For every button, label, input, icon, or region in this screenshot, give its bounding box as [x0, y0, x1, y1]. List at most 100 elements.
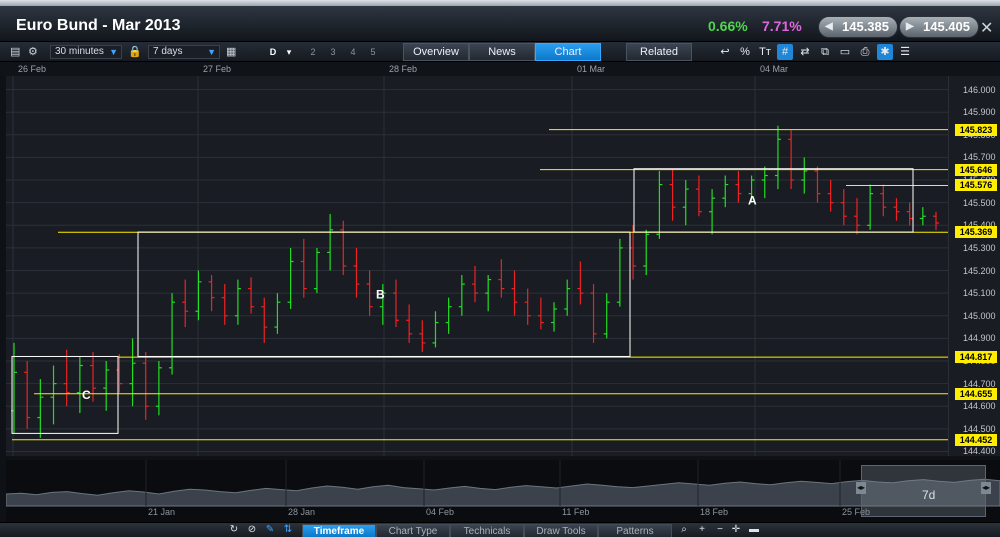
price-level-label: 145.369: [955, 226, 997, 239]
price-tick-label: 144.600: [963, 401, 996, 412]
zoom-out-icon[interactable]: −: [714, 524, 726, 536]
undo-icon[interactable]: ↩: [717, 44, 733, 60]
zone-label: C: [82, 388, 91, 402]
date-axis: 26 Feb 27 Feb 28 Feb 01 Mar 04 Mar: [0, 62, 1000, 76]
overview-date-label: 28 Jan: [288, 507, 316, 517]
percent-icon[interactable]: %: [737, 44, 753, 60]
tab-draw-tools[interactable]: Draw Tools: [524, 524, 598, 537]
price-tick-label: 144.500: [963, 423, 996, 434]
overview-date-label: 18 Feb: [700, 507, 729, 517]
compare-icon[interactable]: ⧉: [817, 44, 833, 60]
overview-date-label: 21 Jan: [148, 507, 176, 517]
gear-icon[interactable]: ⚙: [28, 45, 38, 58]
overview-range-window[interactable]: 7d: [861, 465, 986, 517]
chevron-down-icon: ▼: [207, 47, 216, 57]
zone-label: B: [376, 287, 385, 301]
no-entry-icon[interactable]: ⊘: [246, 524, 258, 536]
change-percent: 0.66%: [708, 18, 748, 34]
overview-date-label: 11 Feb: [562, 507, 590, 517]
zone-rectangle: [11, 355, 119, 434]
buy-price: 145.405: [923, 19, 970, 34]
zoom-in-icon[interactable]: +: [696, 524, 708, 536]
price-level-label: 145.823: [955, 123, 997, 136]
layout-3[interactable]: 3: [326, 45, 340, 59]
price-tick-label: 146.000: [963, 84, 996, 95]
refresh-icon[interactable]: ↻: [228, 524, 240, 536]
buy-arrow-icon: ▶: [906, 21, 914, 32]
text-size-icon[interactable]: Tт: [757, 44, 773, 60]
sell-arrow-icon: ◀: [825, 21, 833, 32]
tab-technicals[interactable]: Technicals: [450, 524, 524, 537]
price-level-label: 145.646: [955, 163, 997, 176]
price-chart[interactable]: C B A: [6, 76, 948, 456]
menu-icon[interactable]: ☰: [897, 44, 913, 60]
price-tick-label: 145.500: [963, 197, 996, 208]
range-handle-right[interactable]: ◂▸: [981, 482, 991, 494]
price-level-label: 144.452: [955, 433, 997, 446]
price-axis[interactable]: 146.000145.900145.800145.700145.600145.5…: [948, 76, 1000, 456]
chart-style-dropdown-icon[interactable]: ▾: [282, 45, 296, 59]
price-tick-label: 145.100: [963, 288, 996, 299]
price-tick-label: 145.700: [963, 152, 996, 163]
layout-5[interactable]: 5: [366, 45, 380, 59]
price-tick-label: 145.300: [963, 242, 996, 253]
price-level-label: 144.817: [955, 351, 997, 364]
settings-icon[interactable]: ✱: [877, 44, 893, 60]
overview-navigator[interactable]: 21 Jan 28 Jan 04 Feb 11 Feb 18 Feb 25 Fe…: [6, 460, 1000, 522]
close-icon[interactable]: ✕: [980, 18, 993, 38]
layout-icon[interactable]: ▭: [837, 44, 853, 60]
price-tick-label: 145.900: [963, 107, 996, 118]
volatility-percent: 7.71%: [762, 18, 802, 34]
tab-overview[interactable]: Overview: [403, 43, 469, 61]
price-tick-label: 144.400: [963, 446, 996, 457]
chart-window: Euro Bund - Mar 2013 0.66% 7.71% ◀ 145.38…: [0, 0, 1000, 537]
pencil-icon[interactable]: ✎: [264, 524, 276, 536]
range-label: 7d: [922, 488, 936, 502]
pages-icon[interactable]: ▤: [10, 45, 20, 58]
sort-icon[interactable]: ⇅: [282, 524, 294, 536]
overview-area: [6, 478, 1000, 507]
zone-label: A: [748, 193, 757, 207]
chart-style-button[interactable]: D: [266, 45, 280, 59]
date-label: 26 Feb: [18, 64, 47, 74]
sell-price-button[interactable]: ◀ 145.385: [818, 16, 898, 38]
price-level-label: 144.655: [955, 387, 997, 400]
date-label: 01 Mar: [577, 64, 606, 74]
tab-chart[interactable]: Chart: [535, 43, 601, 61]
date-label: 28 Feb: [389, 64, 418, 74]
zoom-icon[interactable]: ⌕: [678, 524, 690, 536]
tab-news[interactable]: News: [469, 43, 535, 61]
period-select[interactable]: 7 days ▼: [148, 45, 220, 59]
instrument-title: Euro Bund - Mar 2013: [16, 17, 181, 34]
grid-icon[interactable]: #: [777, 44, 793, 60]
price-tick-label: 145.200: [963, 265, 996, 276]
layout-4[interactable]: 4: [346, 45, 360, 59]
indicators-icon[interactable]: ⇄: [797, 44, 813, 60]
ruler-icon[interactable]: ▬: [748, 524, 760, 536]
calendar-icon[interactable]: ▦: [226, 45, 236, 58]
overview-date-label: 04 Feb: [426, 507, 455, 517]
bottom-toolbar: ↻ ⊘ ✎ ⇅ Timeframe Chart Type Technicals …: [0, 522, 1000, 537]
tab-timeframe[interactable]: Timeframe: [302, 524, 376, 537]
sell-price: 145.385: [842, 19, 889, 34]
title-bar: Euro Bund - Mar 2013 0.66% 7.71% ◀ 145.38…: [0, 6, 1000, 42]
lock-icon[interactable]: 🔒: [128, 45, 142, 58]
range-handle-left[interactable]: ◂▸: [856, 482, 866, 494]
date-label: 04 Mar: [760, 64, 789, 74]
buy-price-button[interactable]: ▶ 145.405: [899, 16, 979, 38]
tab-chart-type[interactable]: Chart Type: [376, 524, 450, 537]
tab-related[interactable]: Related: [626, 43, 692, 61]
date-label: 27 Feb: [203, 64, 232, 74]
tab-patterns[interactable]: Patterns: [598, 524, 672, 537]
interval-select[interactable]: 30 minutes ▼: [50, 45, 122, 59]
zone-rectangle: [633, 168, 914, 233]
chart-toolbar: ▤ ⚙ 30 minutes ▼ 🔒 7 days ▼ ▦ D ▾ 2 3 4 5 …: [0, 42, 1000, 62]
candlestick-chart: C B A: [6, 76, 948, 456]
print-icon[interactable]: ⎙: [857, 44, 873, 60]
crosshair-icon[interactable]: ✛: [730, 524, 742, 536]
layout-2[interactable]: 2: [306, 45, 320, 59]
interval-value: 30 minutes: [55, 46, 104, 57]
price-level-label: 145.576: [955, 179, 997, 192]
price-tick-label: 144.900: [963, 333, 996, 344]
chevron-down-icon: ▼: [109, 47, 118, 57]
